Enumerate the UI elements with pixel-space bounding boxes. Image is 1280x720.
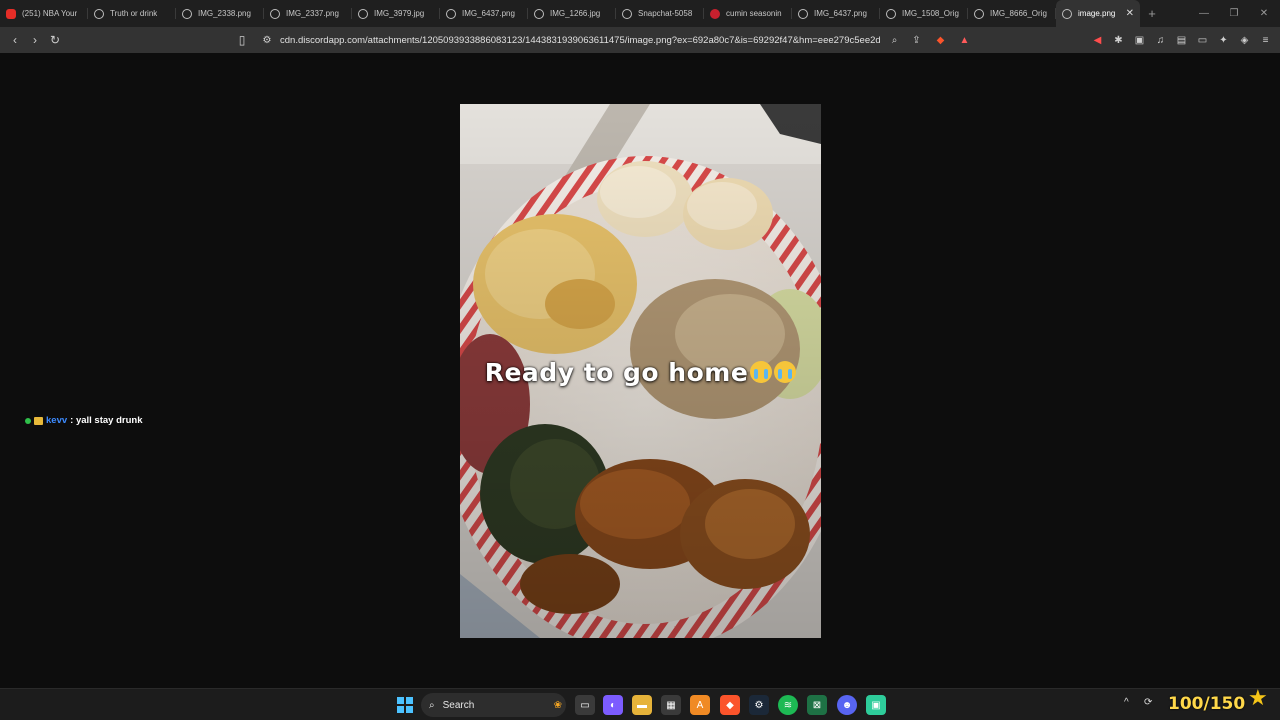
new-tab-button[interactable]: +	[1140, 0, 1164, 27]
tab-cumin[interactable]: cumin seasonin	[704, 0, 792, 27]
online-status-icon	[25, 417, 31, 424]
tab-img-2337[interactable]: IMG_2337.png	[264, 0, 352, 27]
site-info-icon[interactable]: ⚙	[258, 35, 276, 46]
spotify-icon[interactable]: ≋	[778, 695, 798, 715]
extension-icons: ◀ ✱ ▣ ♫ ▤ ▭ ✦ ◈ ≡	[1089, 30, 1274, 50]
globe-icon	[622, 8, 632, 19]
wallet-icon[interactable]: ▭	[1194, 32, 1211, 49]
taskbar-search[interactable]: ⌕ Search ❀	[421, 693, 566, 717]
crying-emoji-icon	[750, 361, 773, 383]
address-bar[interactable]: ⚙ cdn.discordapp.com/attachments/1205093…	[258, 30, 978, 50]
steam-icon[interactable]: ⚙	[749, 695, 769, 715]
tab-img-6437[interactable]: IMG_6437.png	[440, 0, 528, 27]
bookmark-icon[interactable]: ▯	[232, 30, 252, 50]
tab-title: IMG_6437.png	[814, 9, 867, 18]
tray-overflow-icon[interactable]: ^	[1124, 697, 1129, 708]
browser-toolbar: ‹ › ↻ ▯ ⚙ cdn.discordapp.com/attachments…	[0, 27, 1280, 53]
brave-browser-icon[interactable]: ◆	[720, 695, 740, 715]
pinterest-icon	[710, 8, 720, 19]
tab-img-1508[interactable]: IMG_1508_Orig	[880, 0, 968, 27]
globe-icon	[358, 8, 368, 19]
sidebar-icon[interactable]: ▤	[1173, 32, 1190, 49]
media-icon[interactable]: ♫	[1152, 32, 1169, 49]
screenshot-icon[interactable]: ▣	[1131, 32, 1148, 49]
restore-icon[interactable]: ❐	[1218, 0, 1250, 27]
star-icon: ★	[1248, 685, 1268, 710]
crying-emoji-icon	[774, 361, 797, 383]
app-icon-a[interactable]: A	[690, 695, 710, 715]
microsoft-store-icon[interactable]: ▦	[661, 695, 681, 715]
chat-username: kevv	[46, 415, 68, 426]
globe-icon	[446, 8, 456, 19]
image-caption: Ready to go home	[460, 358, 821, 387]
mute-icon[interactable]: ◀	[1089, 32, 1106, 49]
search-highlight-icon: ❀	[553, 699, 562, 711]
tab-title: IMG_1266.jpg	[550, 9, 601, 18]
globe-icon	[974, 8, 984, 19]
windows-taskbar: ⌕ Search ❀ ▭ ◐ ▬ ▦ A ◆ ⚙ ≋ ⊠ ☻ ▣ ^ ⟳ 100…	[0, 685, 1280, 720]
follower-goal-counter: 100/150	[1168, 694, 1246, 714]
tab-title: IMG_8666_Orig	[990, 9, 1047, 18]
search-icon: ⌕	[429, 699, 435, 711]
youtube-icon	[6, 8, 16, 19]
tab-title: IMG_1508_Orig	[902, 9, 959, 18]
reload-icon[interactable]: ↻	[45, 30, 65, 50]
tab-img-6437-b[interactable]: IMG_6437.png	[792, 0, 880, 27]
globe-icon	[182, 8, 192, 19]
tab-title: Snapchat-5058	[638, 9, 693, 18]
close-tab-icon[interactable]: ✕	[1126, 8, 1134, 19]
globe-icon	[94, 8, 104, 19]
discord-icon[interactable]: ☻	[837, 695, 857, 715]
tab-truth-or-drink[interactable]: Truth or drink	[88, 0, 176, 27]
leo-ai-icon[interactable]: ✦	[1215, 32, 1232, 49]
caption-text: Ready to go home	[484, 358, 749, 387]
globe-icon	[1062, 8, 1072, 19]
tab-title: IMG_6437.png	[462, 9, 515, 18]
tab-img-3979[interactable]: IMG_3979.jpg	[352, 0, 440, 27]
back-icon[interactable]: ‹	[5, 30, 25, 50]
tab-img-2338[interactable]: IMG_2338.png	[176, 0, 264, 27]
vpn-icon[interactable]: ◈	[1236, 32, 1253, 49]
stream-chat-overlay: kevv : yall stay drunk	[25, 415, 142, 426]
brave-shields-icon[interactable]: ◆	[932, 32, 949, 49]
food-photo[interactable]: Ready to go home	[460, 104, 821, 638]
sync-icon[interactable]: ⟳	[1144, 697, 1152, 708]
globe-icon	[798, 8, 808, 19]
chat-message: : yall stay drunk	[70, 415, 143, 426]
tab-snapchat[interactable]: Snapchat-5058	[616, 0, 704, 27]
copilot-icon[interactable]: ◐	[603, 695, 623, 715]
file-explorer-icon[interactable]: ▬	[632, 695, 652, 715]
extensions-icon[interactable]: ✱	[1110, 32, 1127, 49]
zoom-icon[interactable]: ⌕	[886, 32, 903, 49]
share-icon[interactable]: ⇪	[908, 32, 925, 49]
app-icon-green[interactable]: ▣	[866, 695, 886, 715]
globe-icon	[270, 8, 280, 19]
menu-icon[interactable]: ≡	[1257, 32, 1274, 49]
start-menu-icon[interactable]	[395, 695, 415, 715]
brave-rewards-icon[interactable]: ▲	[956, 32, 973, 49]
forward-icon[interactable]: ›	[25, 30, 45, 50]
close-window-icon[interactable]: ✕	[1248, 0, 1280, 27]
tab-title: IMG_2338.png	[198, 9, 251, 18]
tab-img-1266[interactable]: IMG_1266.jpg	[528, 0, 616, 27]
image-viewer: Ready to go home kevv : yall stay drunk	[0, 53, 1280, 688]
search-label: Search	[442, 699, 475, 711]
tab-title: Truth or drink	[110, 9, 158, 18]
tab-nba[interactable]: (251) NBA Your	[0, 0, 88, 27]
xbox-icon[interactable]: ⊠	[807, 695, 827, 715]
subscriber-badge-icon	[34, 416, 43, 425]
globe-icon	[534, 8, 544, 19]
tab-title: (251) NBA Your	[22, 9, 78, 18]
tab-image-active[interactable]: image.png ✕	[1056, 0, 1140, 27]
task-view-icon[interactable]: ▭	[575, 695, 595, 715]
minimize-icon[interactable]: —	[1188, 0, 1220, 27]
url-text: cdn.discordapp.com/attachments/120509393…	[280, 34, 880, 46]
tab-title: IMG_2337.png	[286, 9, 339, 18]
globe-icon	[886, 8, 896, 19]
tab-title: cumin seasonin	[726, 9, 782, 18]
tab-title: image.png	[1078, 9, 1116, 18]
tab-img-8666[interactable]: IMG_8666_Orig	[968, 0, 1056, 27]
tab-strip: (251) NBA Your Truth or drink IMG_2338.p…	[0, 0, 1280, 27]
tab-title: IMG_3979.jpg	[374, 9, 425, 18]
